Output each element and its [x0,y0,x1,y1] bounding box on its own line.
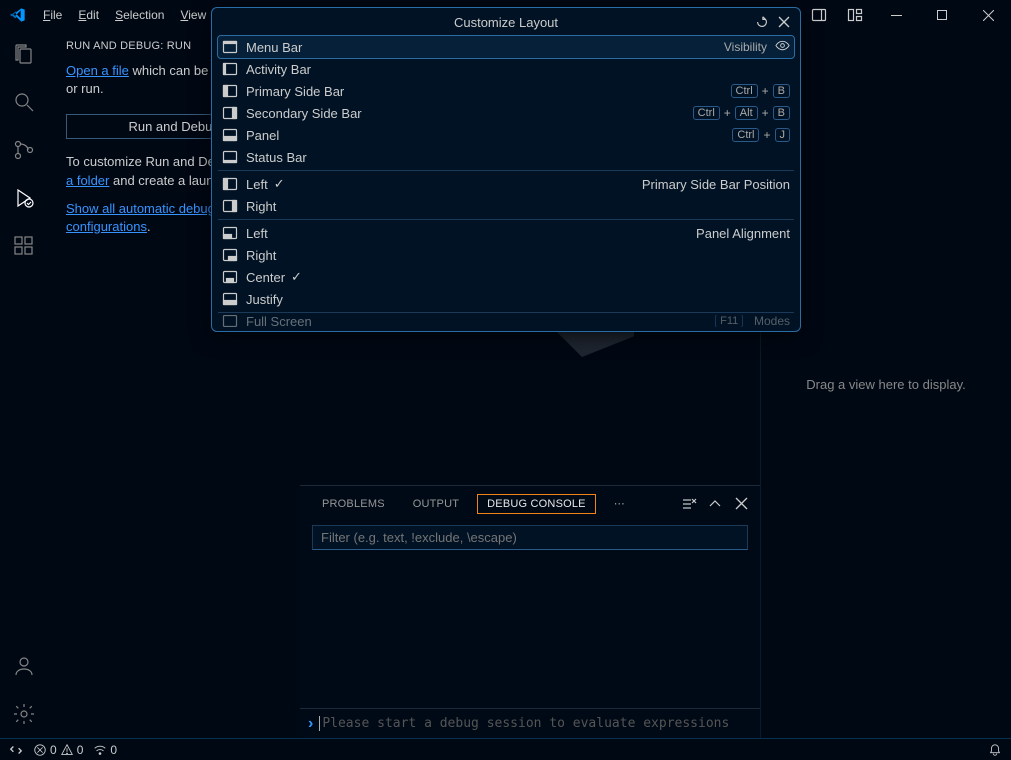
popup-row-panel-justify[interactable]: Justify [212,288,800,310]
debug-input-placeholder: Please start a debug session to evaluate… [319,716,729,731]
menu-view[interactable]: View [172,4,214,26]
panel-right-icon [222,247,238,263]
popup-close-icon[interactable] [774,12,794,32]
panel-overflow-icon[interactable]: ⋯ [604,493,637,514]
menu-bar: FFileile Edit Selection View [35,4,214,26]
popup-row-panel-left[interactable]: Left Panel Alignment [212,222,800,244]
window-maximize-icon[interactable] [919,0,965,30]
extensions-icon[interactable] [0,222,48,270]
activity-bar [0,30,48,738]
eye-icon [775,38,790,56]
panel-maximize-icon[interactable] [704,493,726,515]
panel-center-icon [222,269,238,285]
popup-row-primary-sidebar[interactable]: Primary Side Bar Ctrl+B [212,80,800,102]
popup-separator [218,312,794,313]
window-close-icon[interactable] [965,0,1011,30]
popup-header: Customize Layout [212,8,800,36]
popup-row-secondary-sidebar[interactable]: Secondary Side Bar Ctrl+Alt+B [212,102,800,124]
popup-row-primary-left[interactable]: Left ✓ Primary Side Bar Position [212,173,800,195]
popup-reset-icon[interactable] [752,12,772,32]
tab-debug-console[interactable]: DEBUG CONSOLE [477,494,596,514]
popup-row-menubar[interactable]: Menu Bar Visibility [218,36,794,58]
check-icon: ✓ [274,176,285,192]
source-control-icon[interactable] [0,126,48,174]
tab-problems[interactable]: PROBLEMS [312,494,395,514]
layout-left-icon [222,176,238,192]
popup-row-panel[interactable]: Panel Ctrl+J [212,124,800,146]
menu-file[interactable]: FFileile [35,4,70,26]
statusbar-layout-icon [222,149,238,165]
primary-sidebar-layout-icon [222,83,238,99]
popup-separator [218,170,794,171]
status-notifications-icon[interactable] [983,743,1007,757]
popup-row-panel-center[interactable]: Center ✓ [212,266,800,288]
secondary-sidebar-layout-icon [222,105,238,121]
vscode-logo [0,7,35,23]
debug-input-row[interactable]: › Please start a debug session to evalua… [300,708,760,738]
popup-row-activitybar[interactable]: Activity Bar [212,58,800,80]
remote-status-icon[interactable] [4,743,28,757]
toggle-secondary-sidebar-icon[interactable] [801,0,837,30]
fullscreen-icon [222,315,238,327]
popup-row-statusbar[interactable]: Status Bar [212,146,800,168]
chevron-right-icon: › [308,715,313,733]
customize-layout-popup: Customize Layout Menu Bar Visibility Act… [211,7,801,332]
secondary-sidebar-hint: Drag a view here to display. [806,377,965,392]
panel-tabs: PROBLEMS OUTPUT DEBUG CONSOLE ⋯ [300,486,760,521]
tab-output[interactable]: OUTPUT [403,494,469,514]
debug-filter-input[interactable] [312,525,748,550]
settings-gear-icon[interactable] [0,690,48,738]
open-file-link[interactable]: Open a file [66,63,129,78]
status-errors[interactable]: 0 0 [28,743,88,757]
activity-bar-layout-icon [222,61,238,77]
status-bar: 0 0 0 [0,738,1011,760]
run-and-debug-icon[interactable] [0,174,48,222]
debug-console-body [300,556,760,708]
popup-row-fullscreen[interactable]: Full Screen F11 Modes [212,315,800,327]
debug-filter [312,525,748,550]
accounts-icon[interactable] [0,642,48,690]
status-ports[interactable]: 0 [88,743,122,757]
window-minimize-icon[interactable] [873,0,919,30]
popup-row-primary-right[interactable]: Right [212,195,800,217]
menu-edit[interactable]: Edit [70,4,107,26]
layout-right-icon [222,198,238,214]
explorer-icon[interactable] [0,30,48,78]
menu-selection[interactable]: Selection [107,4,172,26]
search-icon[interactable] [0,78,48,126]
clear-console-icon[interactable] [678,493,700,515]
panel-justify-icon [222,291,238,307]
popup-row-panel-right[interactable]: Right [212,244,800,266]
panel-close-icon[interactable] [730,493,752,515]
panel: PROBLEMS OUTPUT DEBUG CONSOLE ⋯ › Please… [300,485,760,738]
panel-layout-icon [222,127,238,143]
panel-left-icon [222,225,238,241]
popup-separator [218,219,794,220]
show-all-configs-link[interactable]: Show all automatic debug configurations [66,201,215,234]
menu-bar-icon [222,39,238,55]
customize-layout-icon[interactable] [837,0,873,30]
check-icon: ✓ [291,269,302,285]
